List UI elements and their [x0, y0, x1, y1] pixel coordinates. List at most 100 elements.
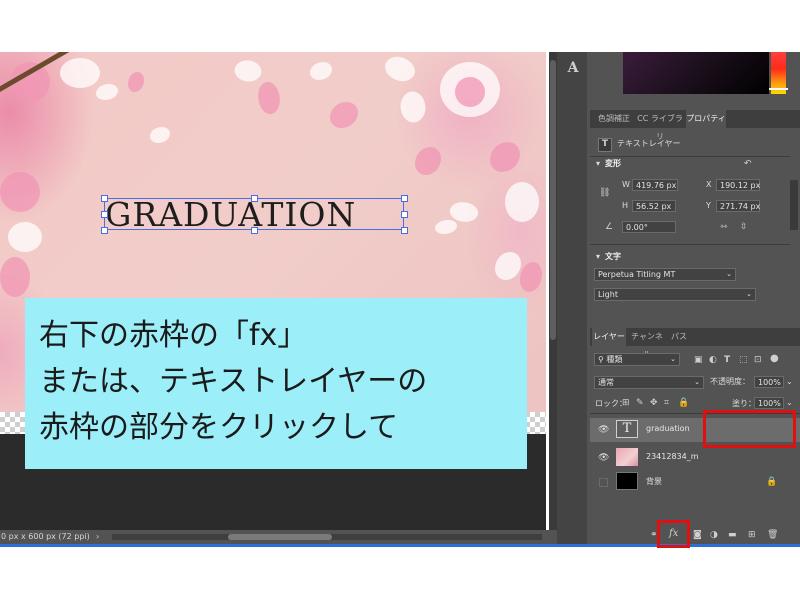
filter-toggle-icon[interactable]: ●	[770, 354, 779, 364]
graduation-text: GRADUATION	[105, 195, 357, 234]
width-label: W	[622, 180, 630, 189]
height-field[interactable]: 56.52 px	[632, 200, 676, 212]
flip-vertical-icon[interactable]: ⇳	[740, 222, 748, 232]
transform-handle[interactable]	[101, 195, 108, 202]
status-bar: 0 px x 600 px (72 ppi) ›	[0, 530, 557, 544]
panel-icon-strip	[557, 52, 587, 544]
transform-handle[interactable]	[251, 227, 258, 234]
lock-position-icon[interactable]: ✥	[650, 398, 658, 408]
width-field[interactable]: 419.76 px	[632, 179, 678, 191]
layer-type-label: テキストレイヤー	[617, 139, 681, 148]
height-label: H	[622, 201, 629, 210]
chevron-down-icon[interactable]: ⌄	[786, 397, 793, 409]
font-family-value: Perpetua Titling MT	[598, 270, 676, 279]
filter-adjustment-icon[interactable]: ◐	[709, 355, 717, 365]
opacity-label: 不透明度：	[710, 377, 750, 386]
transform-handle[interactable]	[401, 195, 408, 202]
eye-icon[interactable]: 👁	[598, 453, 609, 463]
x-label: X	[706, 180, 712, 189]
new-layer-icon[interactable]: ⊞	[748, 530, 756, 540]
hue-slider-pointer[interactable]	[769, 88, 788, 90]
filter-pixel-icon[interactable]: ▣	[694, 355, 703, 365]
color-picker-field[interactable]	[623, 52, 769, 94]
properties-scrollbar[interactable]	[790, 180, 798, 230]
highlight-layer-effects-area	[703, 410, 796, 448]
reset-transform-icon[interactable]: ↶	[744, 159, 752, 169]
callout-line-1: 右下の赤枠の「fx」	[39, 318, 308, 353]
image-layer-thumbnail	[616, 448, 638, 466]
opacity-field[interactable]: 100%	[754, 376, 784, 388]
character-section-title: 文字	[605, 252, 621, 261]
link-proportions-icon[interactable]: ⛓	[599, 188, 610, 198]
fill-label: 塗り：	[732, 399, 756, 408]
filter-kind-value: 種類	[606, 355, 623, 364]
properties-tabbar: 色調補正 CC ライブラリ プロパティ	[590, 110, 800, 141]
canvas-vertical-scrollbar[interactable]	[549, 52, 557, 530]
chevron-down-icon: ⌄	[746, 290, 752, 298]
character-panel-icon[interactable]: A	[565, 60, 581, 76]
y-field[interactable]: 271.74 px	[716, 200, 760, 212]
text-layer-icon: T	[598, 138, 612, 152]
folder-icon[interactable]: ▬	[728, 530, 737, 540]
font-family-dropdown[interactable]: Perpetua Titling MT ⌄	[594, 268, 736, 281]
font-style-dropdown[interactable]: Light ⌄	[594, 288, 756, 301]
tab-layers[interactable]: レイヤー	[592, 328, 626, 346]
tab-paths[interactable]: パス	[668, 328, 690, 346]
transform-handle[interactable]	[101, 227, 108, 234]
chevron-down-icon: ⌄	[670, 355, 676, 363]
highlight-fx-button	[657, 520, 690, 548]
callout-line-3: 赤枠の部分をクリックして	[39, 410, 399, 445]
horizontal-scrollbar-thumb[interactable]	[228, 534, 332, 540]
adjustment-layer-icon[interactable]: ◑	[710, 530, 718, 540]
flip-horizontal-icon[interactable]: ⇿	[720, 222, 728, 232]
fill-field[interactable]: 100%	[754, 397, 784, 409]
eye-icon[interactable]: 👁	[598, 425, 609, 435]
section-collapse-icon[interactable]: ▾	[596, 251, 600, 263]
lock-all-icon[interactable]: 🔒	[678, 398, 689, 408]
transform-handle[interactable]	[251, 195, 258, 202]
text-thumb-glyph: T	[622, 421, 632, 436]
tab-channels[interactable]: チャンネル	[628, 328, 666, 359]
filter-shape-icon[interactable]: ⬚	[739, 355, 748, 365]
section-collapse-icon[interactable]: ▾	[596, 158, 600, 170]
angle-field[interactable]: 0.00°	[622, 221, 676, 233]
background-layer-thumbnail	[616, 472, 638, 490]
filter-smart-object-icon[interactable]: ⊡	[754, 355, 762, 365]
angle-icon: ∠	[605, 222, 614, 232]
add-mask-icon[interactable]: ◙	[693, 530, 702, 540]
font-style-value: Light	[598, 290, 618, 299]
tab-adjustments[interactable]: 色調補正	[592, 110, 636, 128]
lock-image-icon[interactable]: ✎	[636, 398, 644, 408]
blend-mode-dropdown[interactable]: 通常 ⌄	[594, 376, 704, 389]
layer-row-image[interactable]: 👁 23412834_m	[590, 446, 800, 470]
lock-transparent-icon[interactable]: ⊞	[622, 398, 630, 408]
transform-handle[interactable]	[401, 227, 408, 234]
document-size-text: 0 px x 600 px (72 ppi)	[1, 532, 90, 541]
layer-name: graduation	[646, 424, 690, 433]
lock-artboard-icon[interactable]: ⌗	[664, 398, 669, 408]
layer-name: 23412834_m	[646, 452, 699, 461]
layers-tabbar: レイヤー チャンネル パス	[590, 328, 800, 359]
trash-icon[interactable]: 🗑	[767, 530, 778, 540]
tab-cc-libraries[interactable]: CC ライブラリ	[636, 110, 684, 141]
x-field[interactable]: 190.12 px	[716, 179, 760, 191]
visibility-toggle-empty[interactable]	[599, 478, 608, 487]
layer-filter-dropdown[interactable]: ⚲ 種類 ⌄	[594, 353, 680, 366]
tab-properties[interactable]: プロパティ	[686, 110, 726, 128]
filter-type-icon[interactable]: T	[724, 355, 730, 365]
chevron-down-icon: ⌄	[726, 270, 732, 278]
status-menu-arrow-icon[interactable]: ›	[96, 530, 99, 544]
instruction-callout: 右下の赤枠の「fx」 または、テキストレイヤーの 赤枠の部分をクリックして	[25, 298, 527, 469]
transform-handle[interactable]	[101, 211, 108, 218]
lock-icon: 🔒	[766, 477, 778, 487]
blend-mode-value: 通常	[598, 378, 614, 387]
text-layer-thumbnail: T	[616, 420, 638, 438]
y-label: Y	[706, 201, 711, 210]
chevron-down-icon: ⌄	[694, 378, 700, 386]
chevron-down-icon[interactable]: ⌄	[786, 376, 793, 388]
transform-handle[interactable]	[401, 211, 408, 218]
graduation-text-layer[interactable]: GRADUATION	[104, 198, 404, 231]
transform-section-title: 変形	[605, 159, 621, 168]
layer-name: 背景	[646, 477, 662, 486]
layer-row-background[interactable]: 背景 🔒	[590, 470, 800, 494]
